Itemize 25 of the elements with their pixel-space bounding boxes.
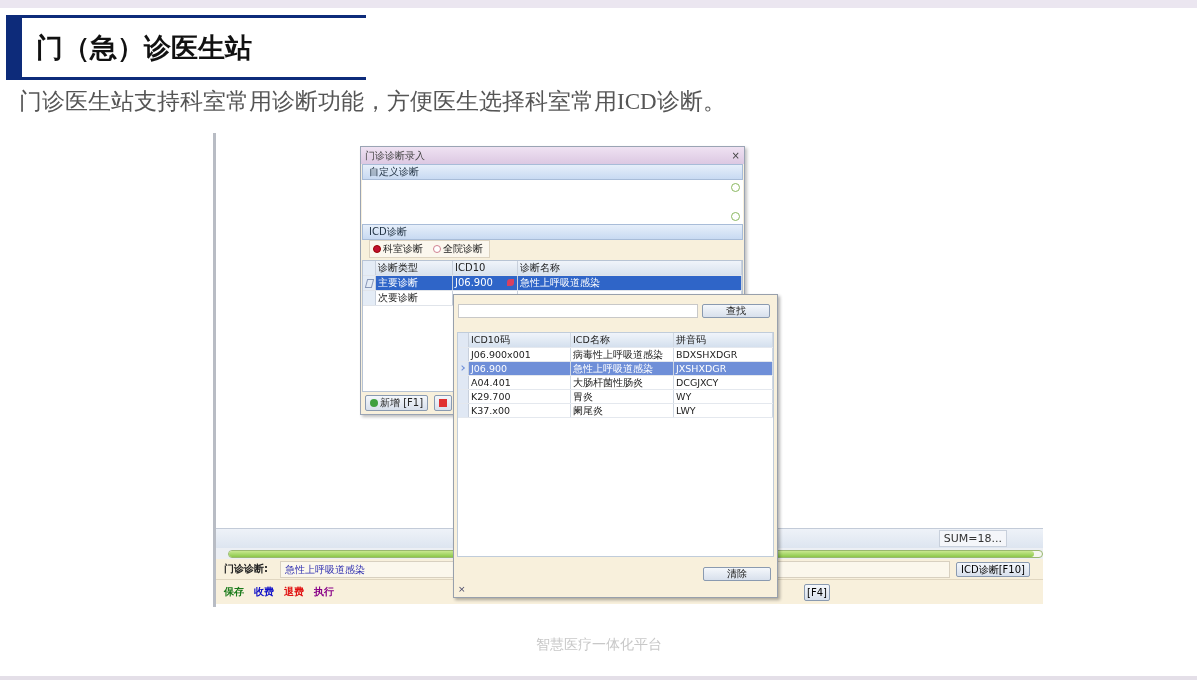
section-header: 自定义诊断 [362,164,743,180]
table-cell: A04.401 [469,376,571,389]
table-cell: 主要诊断 [376,276,453,290]
table-cell: K29.700 [469,390,571,403]
table-cell: 胃炎 [571,390,674,403]
slide-title: 门（急）诊医生站 [36,30,252,65]
table-cell: J06.900 [469,362,571,375]
table-cell: J06.900 [453,276,518,290]
table-cell: DCGJXCY [674,376,773,389]
table-cell: WY [674,390,773,403]
diagnosis-label: 门诊诊断: [224,562,269,576]
table-cell: 阑尾炎 [571,404,674,417]
table-cell: J06.900x001 [469,348,571,361]
table-cell: BDXSHXDGR [674,348,773,361]
table-cell: K37.x00 [469,404,571,417]
table-cell: 病毒性上呼吸道感染 [571,348,674,361]
table-cell: 急性上呼吸道感染 [571,362,674,375]
table-cell: LWY [674,404,773,417]
section-header: ICD诊断 [362,224,743,240]
table-cell: 大肠杆菌性肠炎 [571,376,674,389]
dialog-title: 门诊诊断录入 [365,148,425,163]
slide-subtitle: 门诊医生站支持科室常用诊断功能，方便医生选择科室常用ICD诊断。 [19,88,727,116]
table-cell: JXSHXDGR [674,362,773,375]
sum-label: SUM=18... [938,530,1007,547]
table-cell: 急性上呼吸道感染 [518,276,742,290]
